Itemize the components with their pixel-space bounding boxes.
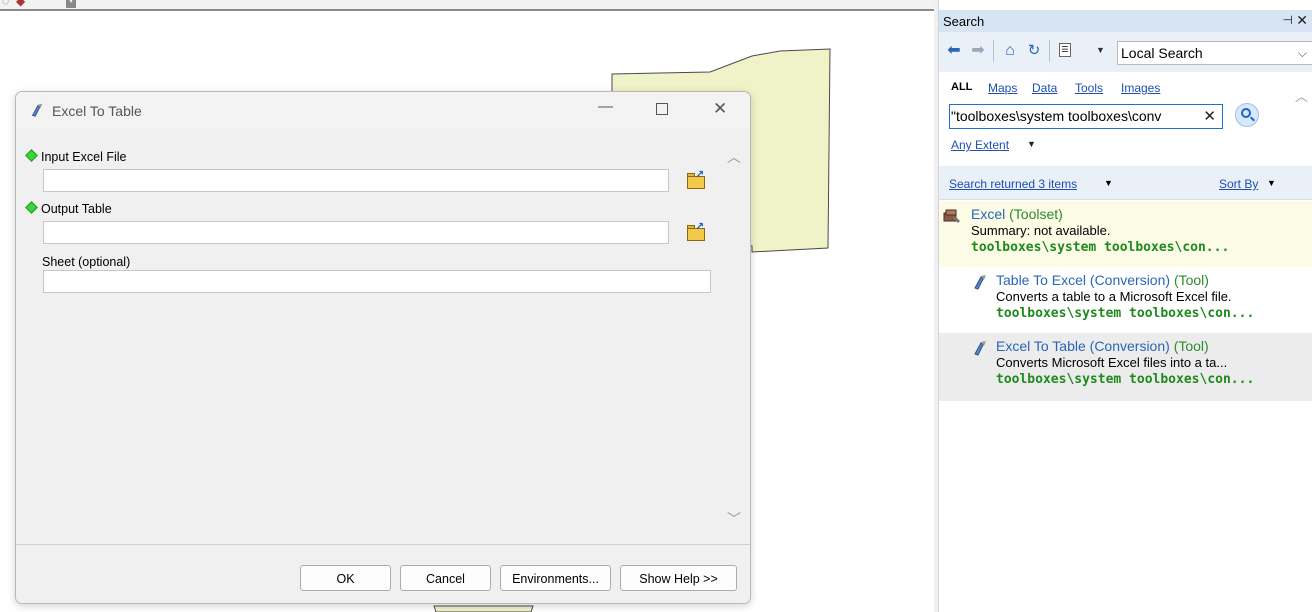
dialog-title: Excel To Table — [52, 103, 142, 119]
result-type: (Tool) — [1173, 272, 1209, 288]
pin-icon[interactable]: ⊣ — [1283, 13, 1293, 27]
dropdown-icon[interactable]: ▾ — [66, 0, 76, 8]
dialog-footer: OK Cancel Environments... Show Help >> — [16, 544, 750, 603]
search-scope-dropdown[interactable]: Local Search ⌵ — [1117, 41, 1312, 65]
output-table-field[interactable] — [43, 221, 669, 244]
result-path: toolboxes\system toolboxes\con... — [996, 372, 1255, 387]
result-summary: Converts a table to a Microsoft Excel fi… — [996, 289, 1232, 304]
result-title[interactable]: Excel To Table (Conversion) — [996, 338, 1170, 354]
search-pane-title: Search — [943, 14, 985, 29]
map-toolbar: ◌ ◆ ▾ — [0, 0, 934, 11]
close-icon[interactable]: ✕ — [1296, 12, 1308, 29]
required-indicator-icon — [25, 201, 38, 214]
input-excel-label: Input Excel File — [25, 149, 126, 164]
result-title-line: Excel To Table (Conversion) (Tool) — [996, 338, 1209, 354]
close-icon[interactable]: ✕ — [713, 99, 727, 119]
filter-tools[interactable]: Tools — [1075, 81, 1103, 95]
maximize-icon[interactable] — [656, 103, 668, 115]
pointer-icon[interactable]: ◌ — [2, 0, 9, 8]
refresh-icon[interactable]: ↻ — [1023, 40, 1045, 62]
filter-all[interactable]: ALL — [951, 81, 972, 93]
results-count[interactable]: Search returned 3 items — [949, 177, 1077, 191]
excel-to-table-dialog: Excel To Table — ✕ Input Excel File ↗ Ou… — [15, 91, 751, 604]
result-path: toolboxes\system toolboxes\con... — [971, 240, 1230, 255]
result-title[interactable]: Table To Excel (Conversion) — [996, 272, 1170, 288]
search-scope-value: Local Search — [1121, 45, 1203, 61]
browse-input-button[interactable]: ↗ — [684, 169, 708, 193]
search-icon[interactable] — [1235, 103, 1259, 127]
dialog-scrollbar[interactable]: ︿ ﹀ — [725, 129, 742, 541]
results-header: Search returned 3 items ▼ Sort By ▼ — [939, 166, 1312, 200]
map-feature-polygon-lower[interactable] — [433, 605, 534, 612]
tool-icon — [974, 275, 986, 290]
output-table-label: Output Table — [25, 201, 112, 216]
search-toolbar: ⬅ ➡ ⌂ ↻ ☰ ▼ Local Search ⌵ — [939, 32, 1312, 72]
chevron-down-icon[interactable]: ▼ — [1267, 178, 1276, 188]
search-result-item[interactable]: Excel (Toolset) Summary: not available. … — [939, 201, 1312, 267]
search-result-item[interactable]: Excel To Table (Conversion) (Tool) Conve… — [939, 333, 1312, 401]
search-query-text: "toolboxes\system toolboxes\conv — [951, 108, 1162, 124]
environments-button[interactable]: Environments... — [500, 565, 611, 591]
scroll-up-icon[interactable]: ︿ — [727, 147, 741, 167]
home-icon[interactable]: ⌂ — [999, 40, 1021, 62]
sheet-label: Sheet (optional) — [42, 255, 131, 269]
result-summary: Summary: not available. — [971, 223, 1111, 238]
chevron-down-icon[interactable]: ▼ — [1104, 178, 1113, 188]
result-title-line: Table To Excel (Conversion) (Tool) — [996, 272, 1209, 288]
show-help-button[interactable]: Show Help >> — [620, 565, 737, 591]
search-pane-titlebar: Search ⊣ ✕ — [939, 10, 1312, 32]
scroll-up-icon[interactable]: ︿ — [1295, 86, 1308, 105]
filter-images[interactable]: Images — [1121, 81, 1160, 95]
result-title-line: Excel (Toolset) — [971, 206, 1063, 222]
clear-search-icon[interactable]: ✕ — [1203, 105, 1216, 128]
chevron-down-icon[interactable]: ▼ — [1027, 139, 1036, 149]
browse-output-button[interactable]: ↗ — [684, 221, 708, 245]
required-indicator-icon — [25, 149, 38, 162]
result-type: (Tool) — [1173, 338, 1209, 354]
view-options-icon[interactable]: ☰ — [1057, 40, 1075, 62]
toolbar-separator — [1049, 40, 1050, 62]
ok-button[interactable]: OK — [300, 565, 391, 591]
result-type: (Toolset) — [1009, 206, 1063, 222]
tool-parameters: Input Excel File ↗ Output Table ↗ Sheet … — [16, 129, 734, 541]
toolset-icon — [943, 209, 960, 223]
back-arrow-icon[interactable]: ⬅ — [943, 40, 965, 62]
tool-icon — [974, 341, 986, 356]
extent-filter-link[interactable]: Any Extent — [951, 138, 1009, 152]
tool-icon — [31, 103, 43, 117]
filter-data[interactable]: Data — [1032, 81, 1057, 95]
chevron-down-icon: ⌵ — [1297, 46, 1307, 60]
sort-by-link[interactable]: Sort By — [1219, 177, 1258, 191]
filter-maps[interactable]: Maps — [988, 81, 1017, 95]
result-path: toolboxes\system toolboxes\con... — [996, 306, 1255, 321]
minimize-icon[interactable]: — — [598, 98, 613, 115]
identify-icon[interactable]: ◆ — [16, 0, 25, 8]
toolbar-separator — [993, 40, 994, 62]
sheet-field[interactable] — [43, 270, 711, 293]
input-excel-field[interactable] — [43, 169, 669, 192]
dialog-titlebar[interactable]: Excel To Table — ✕ — [16, 92, 750, 129]
cancel-button[interactable]: Cancel — [400, 565, 491, 591]
result-summary: Converts Microsoft Excel files into a ta… — [996, 355, 1228, 370]
search-result-item[interactable]: Table To Excel (Conversion) (Tool) Conve… — [939, 267, 1312, 333]
chevron-down-icon[interactable]: ▼ — [1096, 45, 1105, 55]
search-pane: Search ⊣ ✕ ⬅ ➡ ⌂ ↻ ☰ ▼ Local Search ⌵ ︿ … — [938, 0, 1312, 612]
search-input[interactable]: "toolboxes\system toolboxes\conv ✕ — [949, 104, 1223, 129]
scroll-down-icon[interactable]: ﹀ — [727, 509, 741, 529]
forward-arrow-icon[interactable]: ➡ — [967, 40, 989, 62]
result-title[interactable]: Excel — [971, 206, 1005, 222]
